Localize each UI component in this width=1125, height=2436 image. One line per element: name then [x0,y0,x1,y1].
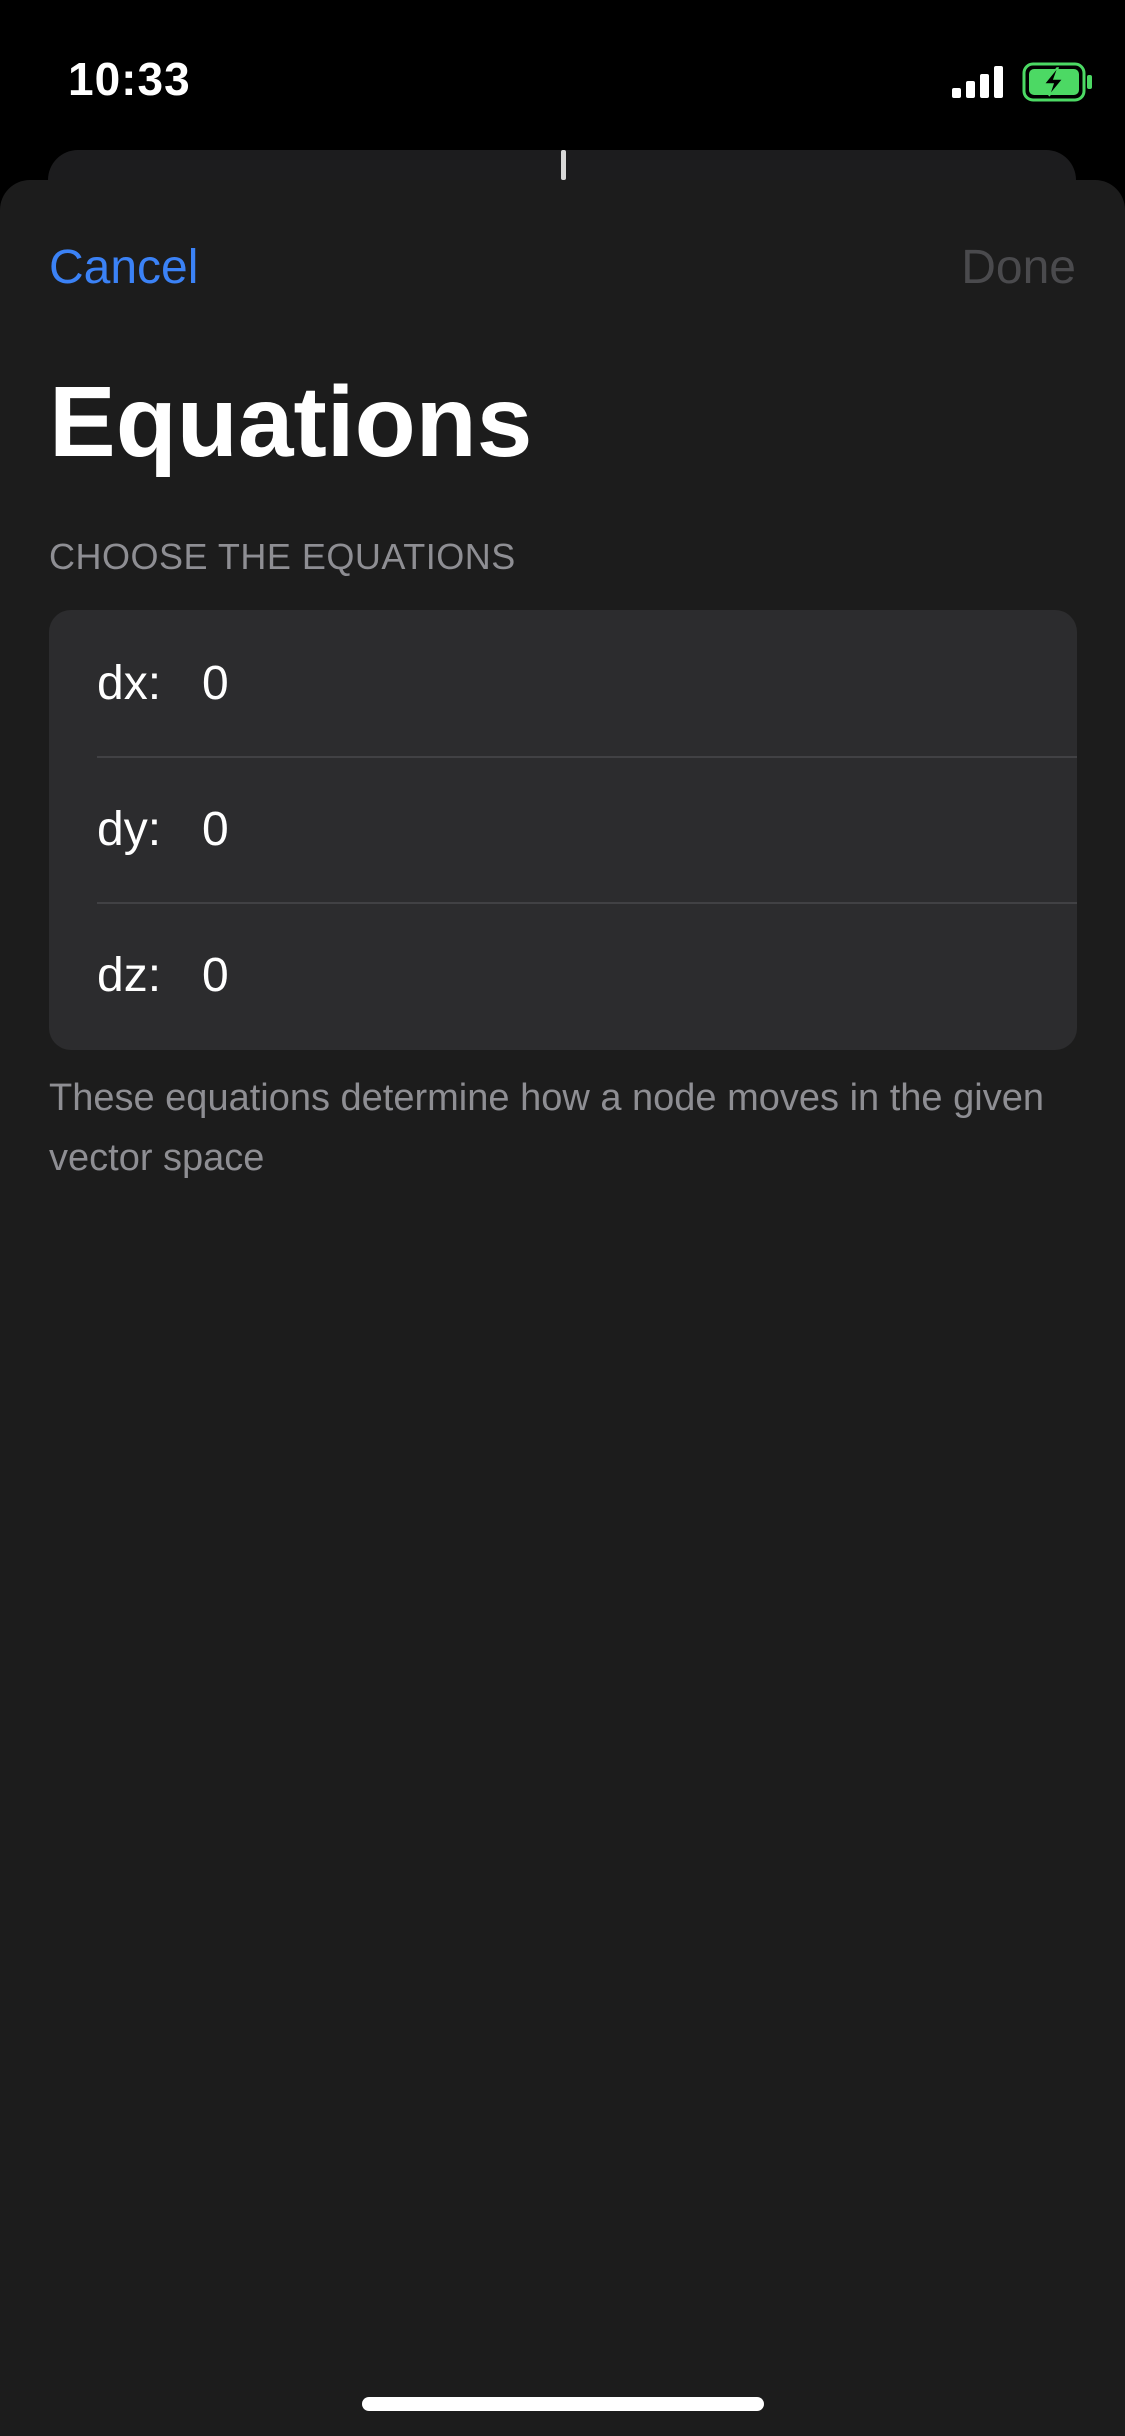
status-time: 10:33 [68,53,191,105]
home-indicator[interactable] [362,2397,764,2411]
equation-field-dy[interactable] [202,801,1022,857]
section-footer: These equations determine how a node mov… [49,1077,1044,1179]
equations-sheet: Cancel Done Equations CHOOSE THE EQUATIO… [0,180,1125,2436]
equation-field-dz[interactable] [202,947,1022,1003]
page-title: Equations [49,366,533,478]
battery-charging-icon [1022,62,1094,102]
equation-label-dy: dy: [97,802,162,856]
done-button[interactable]: Done [961,240,1076,295]
equations-group: dx: dy: dz: [49,610,1077,1050]
equation-label-dx: dx: [97,656,162,710]
cellular-signal-icon [952,66,1004,98]
background-card-divider [561,150,566,180]
equation-field-dx[interactable] [202,655,1022,711]
equation-row-dx: dx: [49,610,1077,756]
equation-row-dy: dy: [49,756,1077,902]
status-bar: 10:33 [0,0,1125,150]
cancel-button[interactable]: Cancel [49,240,198,295]
section-header: CHOOSE THE EQUATIONS [49,536,516,577]
equation-row-dz: dz: [49,902,1077,1048]
equation-label-dz: dz: [97,948,162,1002]
